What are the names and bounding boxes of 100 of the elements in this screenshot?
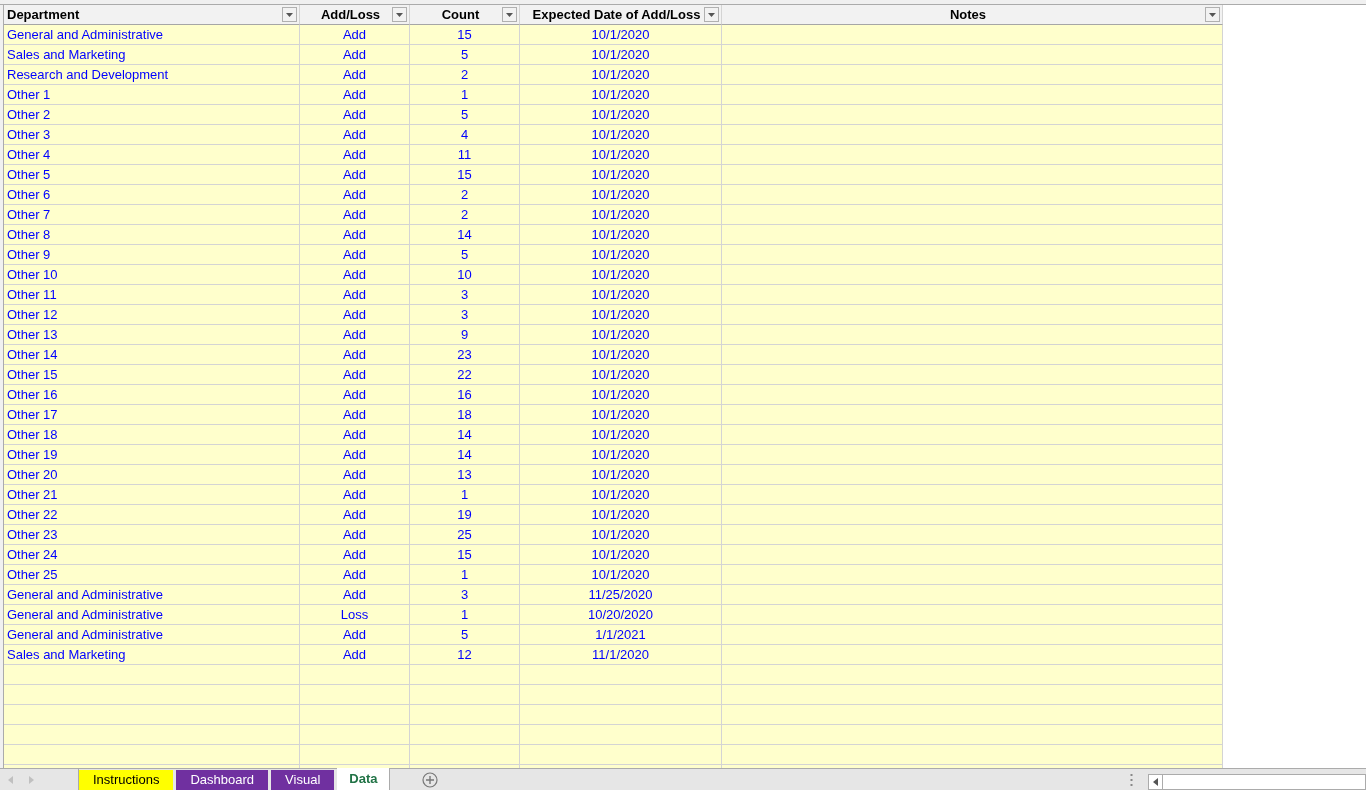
caret-icon xyxy=(1209,12,1216,17)
table-cell: 1 xyxy=(410,485,520,505)
table-cell: 11 xyxy=(410,145,520,165)
table-cell: 10 xyxy=(410,265,520,285)
table-cell: Other 9 xyxy=(4,245,300,265)
table-cell: Add xyxy=(300,345,410,365)
table-cell: 2 xyxy=(410,65,520,85)
table-cell: Add xyxy=(300,365,410,385)
table-cell: 23 xyxy=(410,345,520,365)
sheet-tab[interactable]: Data xyxy=(337,768,391,790)
table-cell: Add xyxy=(300,245,410,265)
table-cell: Other 16 xyxy=(4,385,300,405)
table-cell: 14 xyxy=(410,425,520,445)
table-cell: 10/1/2020 xyxy=(520,145,722,165)
table-cell: Research and Development xyxy=(4,65,300,85)
table-cell: Other 15 xyxy=(4,365,300,385)
table-cell: Other 25 xyxy=(4,565,300,585)
table-cell: Other 8 xyxy=(4,225,300,245)
table-cell: Other 5 xyxy=(4,165,300,185)
filter-dropdown-button[interactable] xyxy=(502,7,517,22)
column-header: Count xyxy=(441,5,481,24)
table-cell: Add xyxy=(300,85,410,105)
caret-icon xyxy=(396,12,403,17)
table-cell: Other 11 xyxy=(4,285,300,305)
table-cell: Add xyxy=(300,505,410,525)
table-cell: Add xyxy=(300,385,410,405)
table-cell: Add xyxy=(300,305,410,325)
table-cell: 10/1/2020 xyxy=(520,425,722,445)
table-cell: Add xyxy=(300,585,410,605)
table-cell: 1 xyxy=(410,565,520,585)
column-header: Add/Loss xyxy=(320,5,382,24)
table-cell: Other 24 xyxy=(4,545,300,565)
table-cell: Add xyxy=(300,145,410,165)
table-cell: 19 xyxy=(410,505,520,525)
table-cell: 10/1/2020 xyxy=(520,545,722,565)
scroll-left-arrow-icon[interactable] xyxy=(1153,778,1158,786)
caret-icon xyxy=(506,12,513,17)
table-cell: 3 xyxy=(410,305,520,325)
table-cell: Add xyxy=(300,545,410,565)
add-sheet-icon[interactable] xyxy=(422,772,439,788)
table-cell: 5 xyxy=(410,105,520,125)
table-cell: General and Administrative xyxy=(4,625,300,645)
table-cell: General and Administrative xyxy=(4,25,300,45)
table-cell: Add xyxy=(300,525,410,545)
table-cell: Add xyxy=(300,325,410,345)
table-cell: General and Administrative xyxy=(4,585,300,605)
table-cell: 3 xyxy=(410,285,520,305)
table-cell: Add xyxy=(300,565,410,585)
table-cell: Add xyxy=(300,185,410,205)
table-cell: 10/1/2020 xyxy=(520,185,722,205)
table-cell: Add xyxy=(300,265,410,285)
table-cell: 1/1/2021 xyxy=(520,625,722,645)
table-cell: Add xyxy=(300,485,410,505)
table-cell: 10/1/2020 xyxy=(520,245,722,265)
table-cell: 10/1/2020 xyxy=(520,105,722,125)
table-cell: Add xyxy=(300,225,410,245)
table-cell: Other 12 xyxy=(4,305,300,325)
table-cell: 15 xyxy=(410,25,520,45)
column-header: Expected Date of Add/Loss xyxy=(532,5,702,24)
table-cell: 10/1/2020 xyxy=(520,445,722,465)
more-options-icon[interactable] xyxy=(1130,774,1133,787)
table-cell: 9 xyxy=(410,325,520,345)
table-cell: 1 xyxy=(410,605,520,625)
table-cell: 10/1/2020 xyxy=(520,265,722,285)
table-cell: Add xyxy=(300,45,410,65)
table-cell: General and Administrative xyxy=(4,605,300,625)
table-cell: Add xyxy=(300,125,410,145)
table-cell: 10/1/2020 xyxy=(520,125,722,145)
table-cell: 5 xyxy=(410,45,520,65)
table-cell: 10/1/2020 xyxy=(520,165,722,185)
table-cell: 2 xyxy=(410,185,520,205)
table-cell: 14 xyxy=(410,225,520,245)
table-cell: 10/1/2020 xyxy=(520,525,722,545)
table-cell: Add xyxy=(300,165,410,185)
table-cell: 16 xyxy=(410,385,520,405)
table-cell: Add xyxy=(300,445,410,465)
filter-dropdown-button[interactable] xyxy=(1205,7,1220,22)
table-cell: 10/1/2020 xyxy=(520,205,722,225)
table-cell: 10/1/2020 xyxy=(520,505,722,525)
caret-icon xyxy=(286,12,293,17)
table-cell: 10/1/2020 xyxy=(520,365,722,385)
horizontal-scrollbar[interactable] xyxy=(1148,774,1366,790)
table-cell: 11/25/2020 xyxy=(520,585,722,605)
table-cell: 5 xyxy=(410,625,520,645)
table-cell: 10/1/2020 xyxy=(520,85,722,105)
table-cell: 10/1/2020 xyxy=(520,65,722,85)
table-cell: 10/1/2020 xyxy=(520,285,722,305)
table-cell: Add xyxy=(300,425,410,445)
filter-dropdown-button[interactable] xyxy=(704,7,719,22)
filter-dropdown-button[interactable] xyxy=(282,7,297,22)
table-cell: Other 7 xyxy=(4,205,300,225)
table-cell: Other 10 xyxy=(4,265,300,285)
table-cell: 1 xyxy=(410,85,520,105)
table-cell: 2 xyxy=(410,205,520,225)
table-cell: Add xyxy=(300,205,410,225)
table-cell: 10/1/2020 xyxy=(520,325,722,345)
table-cell: Other 2 xyxy=(4,105,300,125)
table-cell: Add xyxy=(300,105,410,125)
filter-dropdown-button[interactable] xyxy=(392,7,407,22)
table-cell: 10/1/2020 xyxy=(520,405,722,425)
